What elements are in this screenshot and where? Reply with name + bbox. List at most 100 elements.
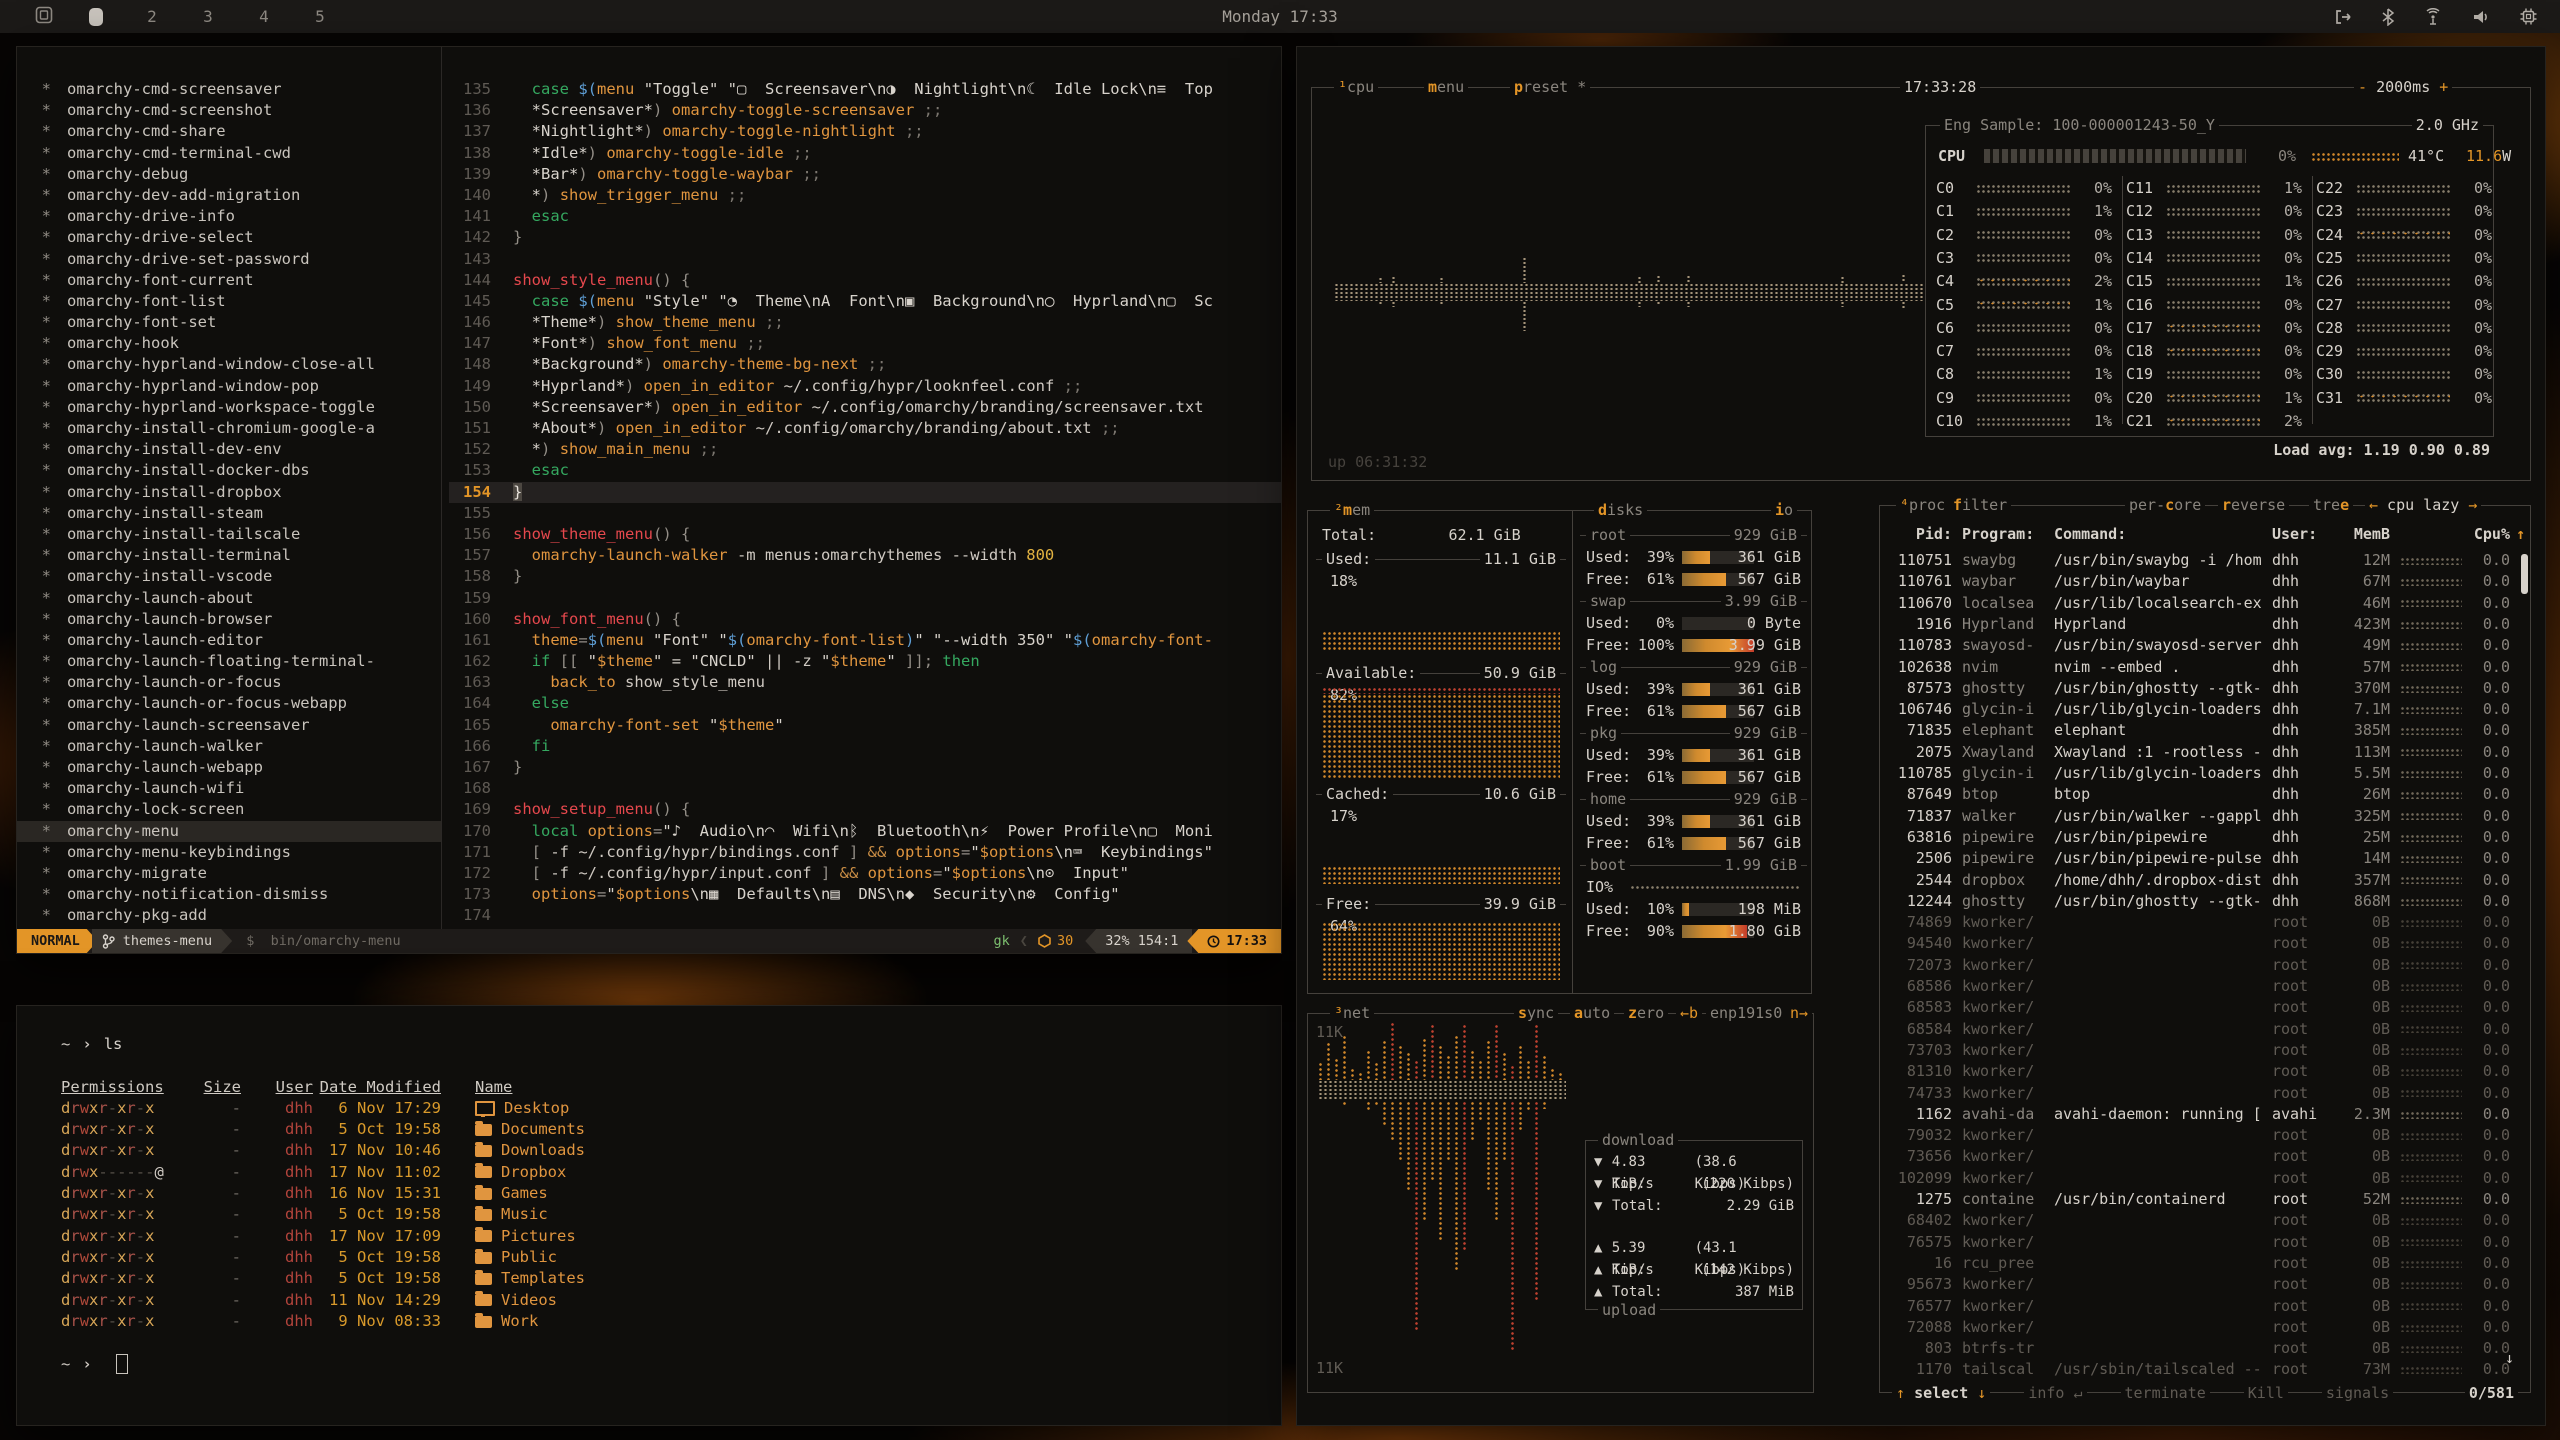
workspace-5[interactable]: 5 [292, 7, 348, 26]
process-row[interactable]: 102099kworker/root0B0.0 [1890, 1168, 2516, 1190]
code-line[interactable]: 138 *Idle*) omarchy-toggle-idle ;; [449, 143, 1281, 164]
file-item[interactable]: *omarchy-install-steam [17, 503, 441, 524]
info-button[interactable]: info ↵ [2024, 1383, 2086, 1403]
file-item[interactable]: *omarchy-launch-or-focus [17, 672, 441, 693]
process-row[interactable]: 73703kworker/root0B0.0 [1890, 1040, 2516, 1062]
file-item[interactable]: *omarchy-pkg-add [17, 905, 441, 926]
process-row[interactable]: 68402kworker/root0B0.0 [1890, 1210, 2516, 1232]
process-row[interactable]: 1275containe/usr/bin/containerdroot52M0.… [1890, 1189, 2516, 1211]
net-box-title[interactable]: ³net [1330, 1003, 1374, 1023]
mem-box-title[interactable]: ²mem [1330, 500, 1374, 520]
file-item[interactable]: *omarchy-launch-webapp [17, 757, 441, 778]
code-line[interactable]: 170 local options="♪ Audio\n◠ Wifi\nᛒ Bl… [449, 821, 1281, 842]
file-item[interactable]: *omarchy-install-dev-env [17, 439, 441, 460]
cpu-chip-icon[interactable] [2519, 7, 2538, 26]
file-item[interactable]: *omarchy-cmd-share [17, 121, 441, 142]
file-item[interactable]: *omarchy-font-list [17, 291, 441, 312]
process-row[interactable]: 803btrfs-trroot0B0.0 [1890, 1338, 2516, 1360]
file-item[interactable]: *omarchy-install-dropbox [17, 482, 441, 503]
process-row[interactable]: 81310kworker/root0B0.0 [1890, 1061, 2516, 1083]
file-item[interactable]: *omarchy-migrate [17, 863, 441, 884]
workspace-switcher[interactable]: 2 3 4 5 [34, 5, 348, 29]
file-item[interactable]: *omarchy-drive-set-password [17, 249, 441, 270]
code-line[interactable]: 141 esac [449, 206, 1281, 227]
file-item[interactable]: *omarchy-hyprland-window-close-all [17, 354, 441, 375]
bluetooth-icon[interactable] [2381, 8, 2395, 26]
file-item[interactable]: *omarchy-cmd-screensaver [17, 79, 441, 100]
code-line[interactable]: 160show_font_menu() { [449, 609, 1281, 630]
code-line[interactable]: 163 back_to show_style_menu [449, 672, 1281, 693]
file-item[interactable]: *omarchy-hyprland-window-pop [17, 376, 441, 397]
file-item[interactable]: *omarchy-launch-browser [17, 609, 441, 630]
code-line[interactable]: 152 *) show_main_menu ;; [449, 439, 1281, 460]
process-row[interactable]: 110783swayosd-/usr/bin/swayosd-serverdhh… [1890, 635, 2516, 657]
process-row[interactable]: 68584kworker/root0B0.0 [1890, 1019, 2516, 1041]
code-line[interactable]: 149 *Hyprland*) open_in_editor ~/.config… [449, 376, 1281, 397]
file-item[interactable]: *omarchy-launch-or-focus-webapp [17, 693, 441, 714]
file-item[interactable]: *omarchy-install-vscode [17, 566, 441, 587]
process-row[interactable]: 1162avahi-daavahi-daemon: running [avahi… [1890, 1104, 2516, 1126]
code-line[interactable]: 142} [449, 227, 1281, 248]
code-line[interactable]: 159 [449, 588, 1281, 609]
select-control[interactable]: ↑ select ↓ [1892, 1383, 1990, 1403]
code-line[interactable]: 158} [449, 566, 1281, 587]
net-next-iface[interactable]: n→ [1786, 1003, 1812, 1023]
process-row[interactable]: 102638nvimnvim --embed .dhh57M0.0 [1890, 657, 2516, 679]
tree-button[interactable]: tree [2309, 495, 2353, 515]
code-line[interactable]: 140 *) show_trigger_menu ;; [449, 185, 1281, 206]
signals-button[interactable]: signals [2322, 1383, 2393, 1403]
code-line[interactable]: 148 *Background*) omarchy-theme-bg-next … [449, 354, 1281, 375]
cpu-box-title[interactable]: ¹cpu [1334, 77, 1378, 97]
process-row[interactable]: 79032kworker/root0B0.0 [1890, 1125, 2516, 1147]
code-line[interactable]: 166 fi [449, 736, 1281, 757]
process-row[interactable]: 68583kworker/root0B0.0 [1890, 997, 2516, 1019]
preset-button[interactable]: preset * [1510, 77, 1590, 97]
process-row[interactable]: 76577kworker/root0B0.0 [1890, 1296, 2516, 1318]
terminal-window[interactable]: ~›lsPermissionsSizeUserDate ModifiedName… [16, 1005, 1282, 1426]
btop-window[interactable]: ¹cpu menu preset * 17:33:28 - 2000ms + E… [1296, 46, 2546, 1426]
prompt-line[interactable]: ~›ls [61, 1034, 1261, 1055]
code-line[interactable]: 145 case $(menu "Style" "◔ Theme\nA Font… [449, 291, 1281, 312]
process-row[interactable]: 110751swaybg/usr/bin/swaybg -i /homdhh12… [1890, 550, 2516, 572]
file-item[interactable]: *omarchy-launch-walker [17, 736, 441, 757]
network-antenna-icon[interactable] [2423, 8, 2443, 26]
file-item[interactable]: *omarchy-cmd-screenshot [17, 100, 441, 121]
file-item[interactable]: *omarchy-hyprland-workspace-toggle [17, 397, 441, 418]
code-line[interactable]: 146 *Theme*) show_theme_menu ;; [449, 312, 1281, 333]
disks-title[interactable]: disks [1594, 500, 1647, 520]
logout-icon[interactable] [2333, 8, 2353, 26]
file-item[interactable]: *omarchy-font-current [17, 270, 441, 291]
proc-scrollbar[interactable] [2521, 554, 2528, 594]
process-row[interactable]: 110785glycin-i/usr/lib/glycin-loadersdhh… [1890, 763, 2516, 785]
proc-sort-nav[interactable]: ← cpu lazy → [2365, 495, 2481, 515]
workspace-3[interactable]: 3 [180, 7, 236, 26]
code-line[interactable]: 171 [ -f ~/.config/hypr/bindings.conf ] … [449, 842, 1281, 863]
file-item[interactable]: *omarchy-drive-info [17, 206, 441, 227]
io-toggle[interactable]: io [1771, 500, 1797, 520]
process-row[interactable]: 68586kworker/root0B0.0 [1890, 976, 2516, 998]
process-row[interactable]: 106746glycin-i/usr/lib/glycin-loadersdhh… [1890, 699, 2516, 721]
net-zero-button[interactable]: zero [1624, 1003, 1668, 1023]
code-line[interactable]: 173 options="$options\n▦ Defaults\n▤ DNS… [449, 884, 1281, 905]
file-item[interactable]: *omarchy-launch-screensaver [17, 715, 441, 736]
code-line[interactable]: 162 if [[ "$theme" = "CNCLD" || -z "$the… [449, 651, 1281, 672]
code-line[interactable]: 139 *Bar*) omarchy-toggle-waybar ;; [449, 164, 1281, 185]
reverse-button[interactable]: reverse [2218, 495, 2289, 515]
process-row[interactable]: 71835elephantelephantdhh385M0.0 [1890, 720, 2516, 742]
file-item[interactable]: *omarchy-install-docker-dbs [17, 460, 441, 481]
process-row[interactable]: 2075XwaylandXwayland :1 -rootless -dhh11… [1890, 742, 2516, 764]
scroll-down-icon[interactable]: ↓ [2505, 1348, 2514, 1368]
process-row[interactable]: 74733kworker/root0B0.0 [1890, 1083, 2516, 1105]
process-row[interactable]: 110670localsea/usr/lib/localsearch-exdhh… [1890, 593, 2516, 615]
split-separator[interactable] [441, 47, 442, 929]
process-row[interactable]: 110761waybar/usr/bin/waybardhh67M0.0 [1890, 571, 2516, 593]
code-line[interactable]: 157 omarchy-launch-walker -m menus:omarc… [449, 545, 1281, 566]
kill-button[interactable]: Kill [2244, 1383, 2288, 1403]
code-line[interactable]: 169show_setup_menu() { [449, 799, 1281, 820]
code-line[interactable]: 154} [449, 482, 1281, 503]
prompt-line[interactable]: ~› [61, 1354, 1261, 1375]
process-row[interactable]: 2506pipewire/usr/bin/pipewire-pulsedhh14… [1890, 848, 2516, 870]
proc-box-title[interactable]: ⁴proc [1896, 495, 1949, 515]
volume-icon[interactable] [2471, 8, 2491, 26]
process-row[interactable]: 63816pipewire/usr/bin/pipewiredhh25M0.0 [1890, 827, 2516, 849]
